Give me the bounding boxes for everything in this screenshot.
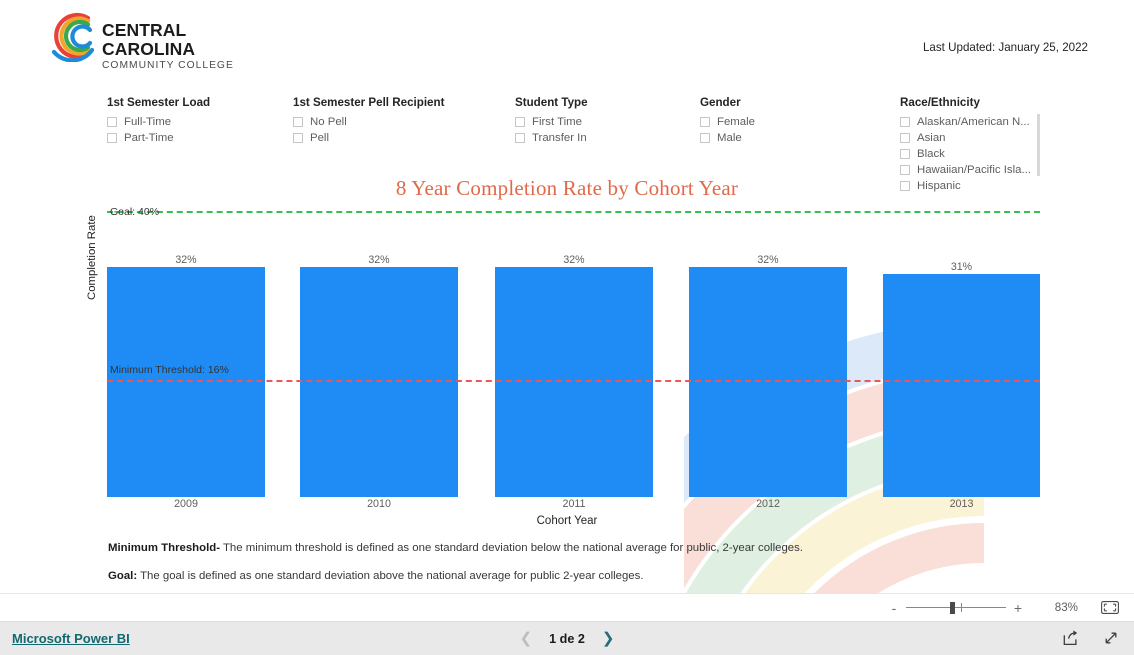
slicer-title: Race/Ethnicity <box>900 96 980 109</box>
footnote-term: Minimum Threshold- <box>108 542 221 554</box>
page-navigation: ❮ 1 de 2 ❯ <box>0 631 1134 646</box>
last-updated-text: Last Updated: January 25, 2022 <box>922 41 1088 54</box>
x-tick-2011: 2011 <box>562 498 586 510</box>
slicer-option-pell[interactable]: Pell <box>293 130 444 146</box>
slicer-1st-semester-load: 1st Semester Load Full-Time Part-Time <box>107 96 210 146</box>
zoom-out-button[interactable]: - <box>886 601 902 615</box>
slicer-option-label: Hawaiian/Pacific Isla... <box>917 164 1031 176</box>
slicer-option-asian[interactable]: Asian <box>900 130 1040 146</box>
slicer-option-label: Female <box>717 116 755 128</box>
bar-2009[interactable] <box>107 267 265 497</box>
slicer-option-male[interactable]: Male <box>700 130 755 146</box>
zoom-slider[interactable] <box>906 601 1006 614</box>
slicer-option-label: Full-Time <box>124 116 172 128</box>
share-icon[interactable] <box>1062 629 1080 652</box>
slicer-student-type: Student Type First Time Transfer In <box>515 96 588 146</box>
logo-primary-text: CENTRAL CAROLINA <box>102 20 196 59</box>
slicer-options: No Pell Pell <box>293 114 444 146</box>
slicer-title: Gender <box>700 96 741 109</box>
x-tick-2010: 2010 <box>367 498 391 510</box>
slicer-option-transfer-in[interactable]: Transfer In <box>515 130 588 146</box>
bar-2012[interactable] <box>689 267 847 497</box>
slicer-gender: Gender Female Male <box>700 96 755 146</box>
slicer-option-label: Black <box>917 148 945 160</box>
slicer-option-label: Asian <box>917 132 946 144</box>
minimum-threshold-reference-line <box>107 380 1040 382</box>
x-axis-title: Cohort Year <box>536 515 598 527</box>
slicer-title: Student Type <box>515 96 588 109</box>
page-indicator: 1 de 2 <box>549 631 585 646</box>
checkbox-icon[interactable] <box>900 149 910 159</box>
slicer-option-label: No Pell <box>310 116 347 128</box>
bottom-bar: Microsoft Power BI ❮ 1 de 2 ❯ <box>0 621 1134 655</box>
slicer-title: 1st Semester Pell Recipient <box>293 96 445 109</box>
slicer-option-black[interactable]: Black <box>900 146 1040 162</box>
chart-title: 8 Year Completion Rate by Cohort Year <box>395 176 739 200</box>
slicer-option-female[interactable]: Female <box>700 114 755 130</box>
slicer-option-no-pell[interactable]: No Pell <box>293 114 444 130</box>
x-tick-2013: 2013 <box>949 498 974 510</box>
checkbox-icon[interactable] <box>515 133 525 143</box>
footnote-term: Goal: <box>108 570 138 582</box>
chevron-left-icon[interactable]: ❮ <box>520 631 533 646</box>
slicer-option-alaskan-american-native[interactable]: Alaskan/American N... <box>900 114 1040 130</box>
bar-label-2013: 31% <box>950 261 973 273</box>
slicer-options: First Time Transfer In <box>515 114 588 146</box>
bar-2011[interactable] <box>495 267 653 497</box>
slicer-option-full-time[interactable]: Full-Time <box>107 114 210 130</box>
zoom-toolbar: - + 83% <box>0 593 1134 621</box>
zoom-slider-handle[interactable] <box>950 601 955 614</box>
checkbox-icon[interactable] <box>900 117 910 127</box>
report-canvas: CENTRAL CAROLINA COMMUNITY COLLEGE Last … <box>0 0 1134 593</box>
x-tick-2012: 2012 <box>756 498 780 510</box>
slicer-scrollbar[interactable] <box>1037 114 1040 176</box>
checkbox-icon[interactable] <box>700 133 710 143</box>
chevron-right-icon[interactable]: ❯ <box>602 631 615 646</box>
footnote-text: The goal is defined as one standard devi… <box>137 570 644 582</box>
slicer-option-part-time[interactable]: Part-Time <box>107 130 210 146</box>
bar-label-2012: 32% <box>757 254 779 266</box>
slicer-options: Female Male <box>700 114 755 146</box>
checkbox-icon[interactable] <box>900 165 910 175</box>
checkbox-icon[interactable] <box>107 117 117 127</box>
slicer-1st-semester-pell-recipient: 1st Semester Pell Recipient No Pell Pell <box>293 96 444 146</box>
zoom-in-button[interactable]: + <box>1010 601 1026 615</box>
minimum-threshold-reference-label: Minimum Threshold: 16% <box>110 364 229 376</box>
slicer-option-label: Part-Time <box>124 132 174 144</box>
bar-label-2009: 32% <box>175 254 197 266</box>
checkbox-icon[interactable] <box>107 133 117 143</box>
slicer-option-label: Transfer In <box>532 132 587 144</box>
bar-2013[interactable] <box>883 274 1040 497</box>
slicer-title: 1st Semester Load <box>107 96 211 109</box>
checkbox-icon[interactable] <box>293 117 303 127</box>
bottom-bar-actions <box>1062 629 1120 652</box>
fit-to-page-icon[interactable] <box>1100 600 1120 615</box>
footnote-minimum-threshold: Minimum Threshold- The minimum threshold… <box>108 542 803 554</box>
footnote-goal: Goal: The goal is defined as one standar… <box>108 570 644 582</box>
slicer-option-label: Male <box>717 132 742 144</box>
bar-label-2010: 32% <box>368 254 390 266</box>
slicer-option-first-time[interactable]: First Time <box>515 114 588 130</box>
bar-label-2011: 32% <box>563 254 585 266</box>
slicer-option-label: First Time <box>532 116 582 128</box>
college-logo: CENTRAL CAROLINA COMMUNITY COLLEGE <box>44 8 284 71</box>
logo-secondary-text: COMMUNITY COLLEGE <box>102 59 234 71</box>
checkbox-icon[interactable] <box>700 117 710 127</box>
y-axis-title: Completion Rate <box>86 215 98 300</box>
fullscreen-icon[interactable] <box>1102 629 1120 652</box>
checkbox-icon[interactable] <box>515 117 525 127</box>
slicer-options: Full-Time Part-Time <box>107 114 210 146</box>
logo-arcs-icon <box>51 12 95 62</box>
footnote-text: The minimum threshold is defined as one … <box>220 542 803 554</box>
x-tick-2009: 2009 <box>174 498 198 510</box>
slicer-option-label: Alaskan/American N... <box>917 116 1030 128</box>
slicer-option-label: Pell <box>310 132 329 144</box>
zoom-level-value: 83% <box>1054 601 1078 614</box>
bar-2010[interactable] <box>300 267 458 497</box>
checkbox-icon[interactable] <box>293 133 303 143</box>
zoom-slider-tick <box>961 603 962 612</box>
goal-reference-line <box>107 211 1040 213</box>
goal-reference-label: Goal: 40% <box>110 206 160 218</box>
checkbox-icon[interactable] <box>900 133 910 143</box>
